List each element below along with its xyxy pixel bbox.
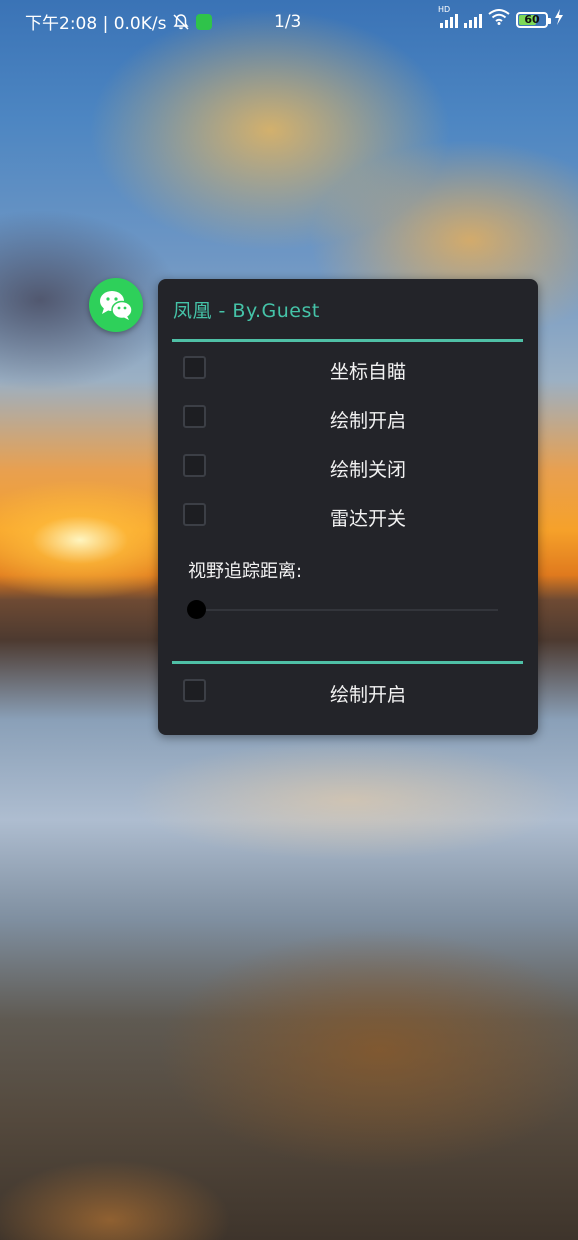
wifi-icon: [488, 9, 510, 30]
option-label: 绘制开启: [330, 684, 407, 706]
battery-level: 60: [524, 12, 540, 26]
option-label: 雷达开关: [330, 508, 407, 530]
page-indicator: 1/3: [274, 12, 302, 32]
checkbox-draw-off[interactable]: [183, 454, 206, 477]
option-label: 绘制关闭: [330, 459, 407, 481]
option-row-footer-draw-on[interactable]: 绘制开启: [158, 673, 538, 713]
signal-icon-2: [464, 12, 482, 28]
network-type-label: HD: [438, 4, 451, 14]
option-row-draw-off[interactable]: 绘制关闭: [158, 448, 538, 488]
checkbox-radar[interactable]: [183, 503, 206, 526]
option-label: 绘制开启: [330, 410, 407, 432]
battery-icon: 60: [516, 11, 551, 28]
status-right: HD 60: [438, 5, 564, 30]
title-divider: [172, 339, 523, 342]
view-distance-slider-track[interactable]: [196, 609, 498, 611]
cheat-menu-panel: 凤凰 - By.Guest 坐标自瞄 绘制开启 绘制关闭 雷达开关 视野追踪距离…: [158, 279, 538, 735]
option-row-aimbot[interactable]: 坐标自瞄: [158, 350, 538, 390]
charging-icon: [554, 9, 564, 30]
wechat-icon: [100, 291, 133, 320]
floating-wechat-button[interactable]: [89, 278, 143, 332]
menu-title: 凤凰 - By.Guest: [173, 300, 320, 322]
checkbox-aimbot[interactable]: [183, 356, 206, 379]
option-row-radar[interactable]: 雷达开关: [158, 497, 538, 537]
bell-off-icon: [172, 13, 190, 31]
signal-icon: HD: [438, 5, 458, 28]
option-row-draw-on[interactable]: 绘制开启: [158, 399, 538, 439]
view-distance-slider-thumb[interactable]: [187, 600, 206, 619]
footer-divider: [172, 661, 523, 664]
checkbox-draw-on[interactable]: [183, 405, 206, 428]
status-left: 下午2:08 | 0.0K/s: [25, 9, 213, 34]
status-bar: 下午2:08 | 0.0K/s 1/3 HD 60: [0, 0, 578, 40]
time-network-text: 下午2:08 | 0.0K/s: [25, 14, 167, 34]
view-distance-label: 视野追踪距离:: [188, 561, 303, 582]
option-label: 坐标自瞄: [330, 361, 407, 383]
checkbox-footer-draw-on[interactable]: [183, 679, 206, 702]
notification-app-icon: [196, 13, 213, 30]
